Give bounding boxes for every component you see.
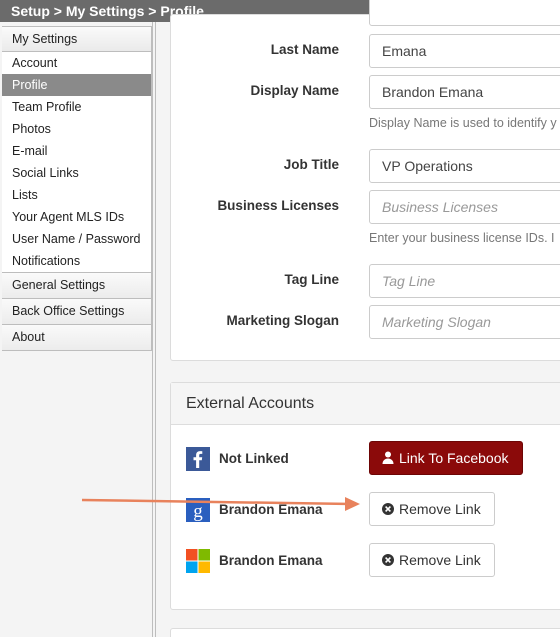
tag-line-input[interactable] — [369, 264, 560, 298]
sidebar-section-general-settings[interactable]: General Settings — [2, 272, 151, 298]
google-remove-link-label: Remove Link — [399, 501, 481, 517]
sidebar-item-username-password[interactable]: User Name / Password — [2, 228, 151, 250]
facebook-account-status: Not Linked — [219, 451, 289, 466]
business-licenses-label: Business Licenses — [217, 198, 339, 213]
google-icon: g — [186, 498, 210, 522]
marketing-slogan-input[interactable] — [369, 305, 560, 339]
remove-circle-icon — [382, 494, 394, 526]
sidebar-item-lists[interactable]: Lists — [2, 184, 151, 206]
microsoft-icon — [186, 549, 210, 573]
next-section-card — [170, 628, 560, 637]
sidebar-section-back-office-settings[interactable]: Back Office Settings — [2, 298, 151, 324]
microsoft-account-name: Brandon Emana — [219, 553, 323, 568]
svg-text:g: g — [193, 501, 203, 522]
sidebar-item-email[interactable]: E-mail — [2, 140, 151, 162]
sidebar-item-notifications[interactable]: Notifications — [2, 250, 151, 272]
previous-field-input[interactable] — [369, 0, 560, 26]
sidebar-item-team-profile[interactable]: Team Profile — [2, 96, 151, 118]
link-to-facebook-button[interactable]: Link To Facebook — [369, 441, 523, 475]
google-account-name: Brandon Emana — [219, 502, 323, 517]
last-name-label: Last Name — [270, 42, 339, 57]
job-title-input[interactable] — [369, 149, 560, 183]
sidebar-section-about[interactable]: About — [2, 324, 151, 350]
sidebar-item-account[interactable]: Account — [2, 52, 151, 74]
business-licenses-help: Enter your business license IDs. I — [369, 231, 555, 245]
sidebar-item-profile[interactable]: Profile — [2, 74, 151, 96]
display-name-label: Display Name — [250, 83, 339, 98]
sidebar-item-agent-mls-ids[interactable]: Your Agent MLS IDs — [2, 206, 151, 228]
business-licenses-input[interactable] — [369, 190, 560, 224]
sidebar-item-social-links[interactable]: Social Links — [2, 162, 151, 184]
job-title-label: Job Title — [283, 157, 339, 172]
sidebar-divider — [152, 22, 153, 637]
sidebar-header-my-settings[interactable]: My Settings — [2, 27, 151, 52]
microsoft-remove-link-label: Remove Link — [399, 552, 481, 568]
facebook-icon — [186, 447, 210, 471]
microsoft-remove-link-button[interactable]: Remove Link — [369, 543, 495, 577]
external-accounts-title: External Accounts — [171, 383, 560, 425]
marketing-slogan-label: Marketing Slogan — [226, 313, 339, 328]
sidebar-divider — [155, 22, 156, 637]
sidebar-item-photos[interactable]: Photos — [2, 118, 151, 140]
google-remove-link-button[interactable]: Remove Link — [369, 492, 495, 526]
last-name-input[interactable] — [369, 34, 560, 68]
user-icon — [382, 443, 394, 475]
tag-line-label: Tag Line — [284, 272, 339, 287]
display-name-input[interactable] — [369, 75, 560, 109]
remove-circle-icon — [382, 545, 394, 577]
settings-sidebar: My Settings Account Profile Team Profile… — [2, 26, 152, 351]
display-name-help: Display Name is used to identify y — [369, 116, 557, 130]
link-to-facebook-label: Link To Facebook — [399, 450, 509, 466]
